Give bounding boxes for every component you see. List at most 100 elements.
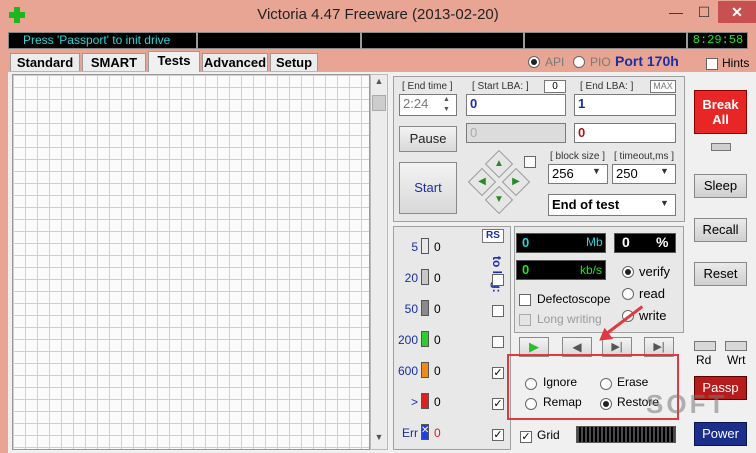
counter-value: 0 [434, 302, 441, 316]
log-checkbox[interactable]: ✓ [492, 365, 504, 379]
counter-label: 20 [404, 271, 418, 285]
arrow-up-icon: ▲ [494, 158, 504, 169]
timeout-label: [ timeout,ms ] [614, 151, 675, 162]
status-message: Press 'Passport' to init drive [23, 33, 171, 47]
verify-radio[interactable] [622, 264, 634, 278]
api-radio[interactable] [528, 54, 540, 72]
api-label: API [545, 55, 565, 69]
break-all-button[interactable]: Break All [694, 90, 747, 134]
grid-checkbox-box: ✓ [520, 430, 532, 443]
start-lba-zero-button[interactable]: 0 [544, 80, 566, 93]
end-action-dropdown-icon: ▼ [660, 198, 669, 208]
percent-value: 0 [622, 234, 630, 250]
counter-label: Err [402, 426, 418, 440]
error-x-icon: ✕ [421, 425, 430, 436]
status-divider [196, 32, 198, 49]
defectoscope-checkbox[interactable] [519, 292, 531, 306]
scroll-down-arrow-icon[interactable]: ▼ [371, 432, 387, 444]
grid-scrollbar[interactable] [370, 74, 388, 450]
minimize-button[interactable]: — [662, 1, 690, 23]
long-writing-label: Long writing [537, 312, 602, 326]
counter-value: 0 [434, 333, 441, 347]
end-lba-field[interactable]: 1 [574, 94, 676, 116]
rs-button[interactable]: RS [482, 229, 504, 243]
arrow-left-icon: ◀ [478, 176, 486, 187]
position-value: 0 [522, 235, 530, 250]
pio-radio[interactable] [573, 54, 585, 72]
reset-button[interactable]: Reset [694, 262, 747, 286]
grid-label: Grid [537, 428, 560, 442]
start-button[interactable]: Start [399, 162, 457, 214]
recall-button[interactable]: Recall [694, 218, 747, 242]
counter-label: 5 [411, 240, 418, 254]
verify-label: verify [639, 264, 671, 279]
counter-value: 0 [434, 240, 441, 254]
write-label: write [639, 308, 667, 323]
tab-standard[interactable]: Standard [10, 53, 80, 71]
tab-tests[interactable]: Tests [148, 51, 200, 72]
log-checkbox[interactable]: ✓ [492, 427, 504, 441]
tab-smart[interactable]: SMART [82, 53, 146, 71]
counter-color-block [421, 300, 429, 316]
speed-unit: kb/s [580, 263, 603, 277]
direction-checkbox[interactable] [524, 154, 536, 168]
start-lba-field[interactable]: 0 [466, 94, 566, 116]
block-size-label: [ block size ] [550, 151, 606, 162]
log-checkbox-box: ✓ [492, 428, 504, 441]
log-checkbox[interactable] [492, 303, 504, 317]
log-checkbox[interactable] [492, 334, 504, 348]
sleep-button[interactable]: Sleep [694, 174, 747, 198]
percent-unit: % [656, 234, 669, 250]
counter-value: 0 [434, 364, 441, 378]
close-button[interactable]: ✕ [718, 1, 756, 23]
end-time-spinner-icon[interactable]: ▲ ▼ [443, 95, 450, 115]
read-indicator [694, 341, 716, 351]
grid-checkbox[interactable]: ✓ [520, 429, 532, 443]
end-lba-label: [ End LBA: ] [580, 81, 634, 92]
counter-value: 0 [434, 271, 441, 285]
counter-value: 0 [434, 426, 441, 440]
long-writing-checkbox[interactable] [519, 312, 531, 326]
scroll-thumb[interactable] [372, 95, 386, 111]
counter-value: 0 [434, 395, 441, 409]
log-checkbox-box [492, 304, 504, 317]
arrow-down-icon: ▼ [494, 194, 504, 205]
rd-label: Rd [696, 353, 712, 367]
pause-button[interactable]: Pause [399, 126, 457, 152]
log-checkbox[interactable] [492, 272, 504, 286]
start-lba-secondary-field: 0 [466, 123, 566, 143]
end-lba-secondary-field: 0 [574, 123, 676, 143]
status-divider [523, 32, 525, 49]
tab-advanced[interactable]: Advanced [202, 53, 268, 71]
tab-setup[interactable]: Setup [270, 53, 318, 71]
log-checkbox[interactable]: ✓ [492, 396, 504, 410]
defectoscope-checkbox-box [519, 293, 531, 306]
counter-label: 50 [404, 302, 418, 316]
scroll-up-arrow-icon[interactable]: ▲ [371, 76, 387, 88]
power-button[interactable]: Power [694, 422, 747, 446]
counter-color-block [421, 331, 429, 347]
log-checkbox-box [492, 335, 504, 348]
counter-color-block [421, 362, 429, 378]
counter-color-block [421, 393, 429, 409]
end-time-label: [ End time ] [402, 81, 453, 92]
read-radio-dot [622, 287, 634, 300]
direction-checkbox-box [524, 155, 536, 168]
end-lba-max-button[interactable]: MAX [650, 80, 676, 93]
hints-checkbox-box [706, 57, 718, 70]
timeout-dropdown-icon: ▼ [660, 166, 669, 176]
write-indicator [725, 341, 747, 351]
counter-label: 600 [398, 364, 419, 378]
surface-map-grid [12, 74, 370, 450]
log-checkbox-box: ✓ [492, 366, 504, 379]
api-radio-dot [528, 55, 540, 68]
status-divider [360, 32, 362, 49]
verify-radio-dot [622, 265, 634, 278]
position-unit: Mb [586, 235, 603, 249]
maximize-button[interactable]: ☐ [690, 1, 718, 23]
counter-label: > [410, 395, 418, 409]
end-action-select[interactable]: End of test [548, 194, 676, 216]
read-radio[interactable] [622, 286, 634, 300]
read-label: read [639, 286, 666, 301]
counter-label: 200 [398, 333, 419, 347]
